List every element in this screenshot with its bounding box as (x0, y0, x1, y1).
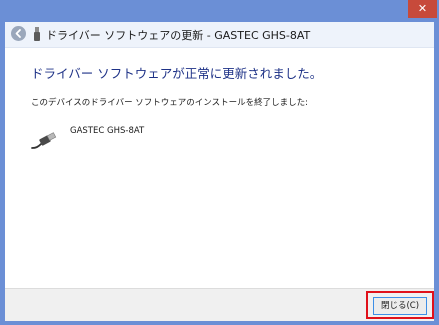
driver-update-window: ✕ ドライバー ソフトウェアの更新 - GASTEC GHS-8AT ドライバー… (0, 0, 439, 325)
dialog-header: ドライバー ソフトウェアの更新 - GASTEC GHS-8AT (5, 22, 434, 48)
usb-icon (34, 27, 40, 41)
dialog-content: ドライバー ソフトウェアが正常に更新されました。 このデバイスのドライバー ソフ… (5, 48, 434, 288)
device-name: GASTEC GHS-8AT (70, 126, 145, 136)
page-heading: ドライバー ソフトウェアが正常に更新されました。 (31, 66, 323, 81)
usb-cable-icon (31, 132, 57, 149)
dialog-title: ドライバー ソフトウェアの更新 - GASTEC GHS-8AT (46, 29, 311, 42)
close-button-highlight: 閉じる(C) (366, 291, 434, 319)
window-close-button[interactable]: ✕ (408, 0, 437, 18)
back-arrow-icon[interactable] (11, 26, 26, 41)
status-description: このデバイスのドライバー ソフトウェアのインストールを終了しました: (31, 98, 308, 108)
dialog-footer: 閉じる(C) (5, 288, 434, 321)
close-button[interactable]: 閉じる(C) (373, 297, 427, 315)
